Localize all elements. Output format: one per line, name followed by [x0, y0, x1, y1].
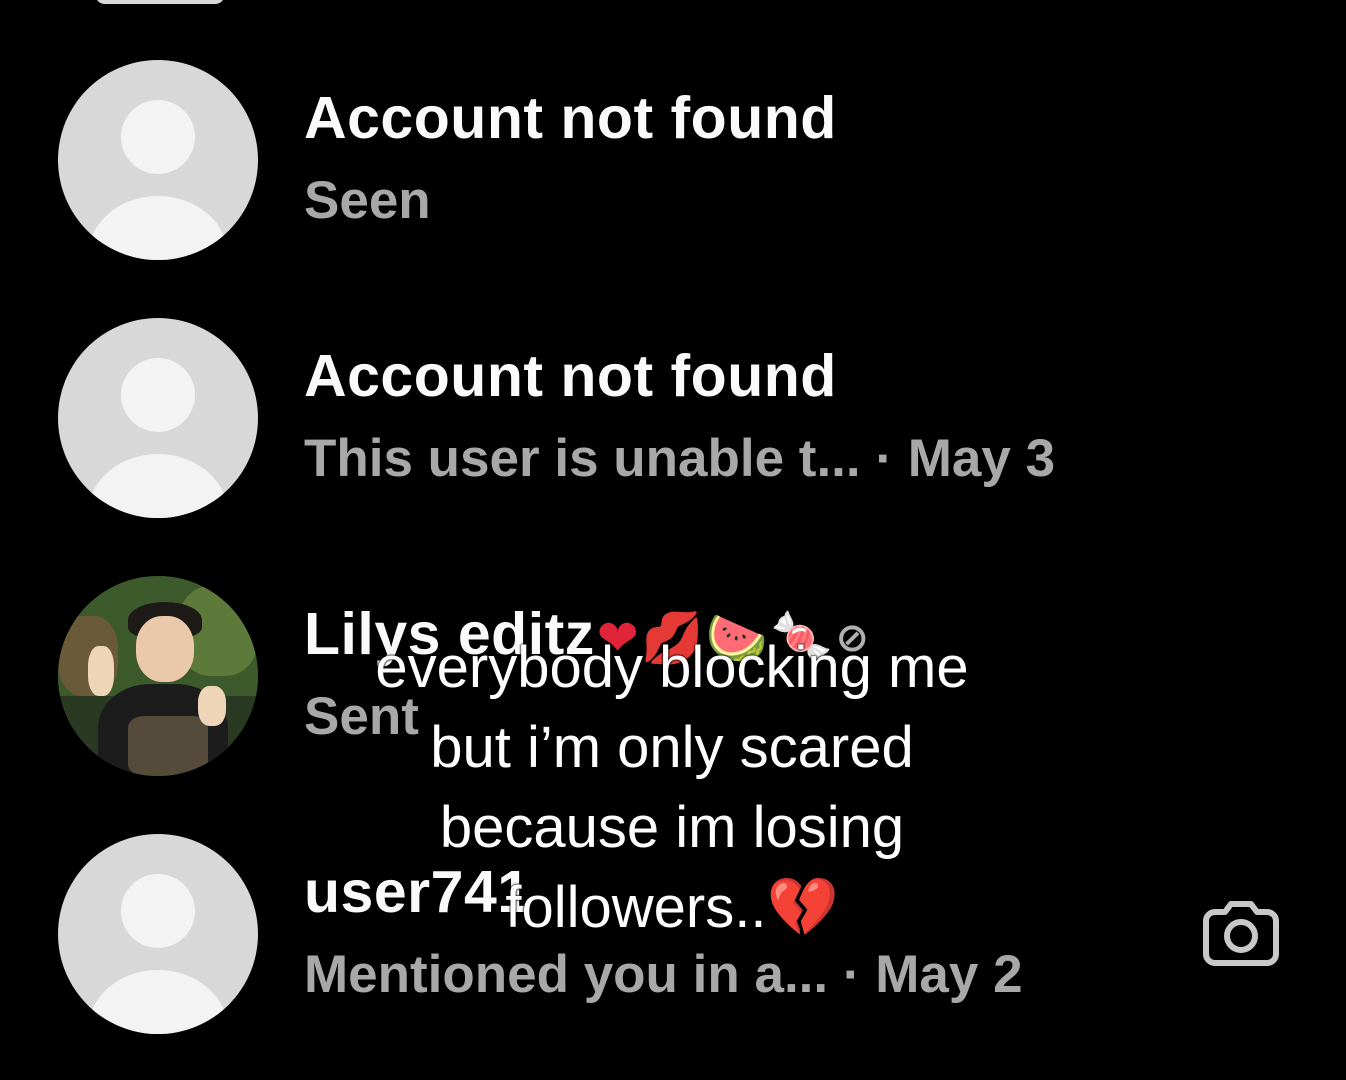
thread-preview-line: This user is unable t... · May 3 — [304, 428, 1055, 489]
thread-date: May 3 — [907, 429, 1056, 488]
separator-dot: · — [842, 945, 861, 1004]
caption-line-4-text: followers.. — [505, 875, 767, 940]
default-avatar[interactable] — [58, 834, 258, 1034]
caption-line-4: followers..💔 — [272, 868, 1072, 948]
previous-avatar-edge — [95, 0, 225, 4]
default-avatar[interactable] — [58, 318, 258, 518]
thread-preview: This user is unable t... — [304, 429, 861, 488]
thread-name: Account not found — [304, 343, 837, 409]
separator-dot: · — [875, 429, 894, 488]
thread-preview: Mentioned you in a... — [304, 945, 829, 1004]
thread-row-1[interactable]: Account not found Seen — [0, 60, 1346, 270]
thread-name: Account not found — [304, 85, 837, 151]
overlay-caption: everybody blocking me but i’m only scare… — [272, 628, 1072, 948]
caption-line-2: but i’m only scared — [430, 715, 914, 780]
broken-heart-emoji: 💔 — [766, 875, 839, 940]
camera-icon — [1203, 901, 1279, 966]
default-avatar[interactable] — [58, 60, 258, 260]
thread-preview: Seen — [304, 171, 431, 230]
thread-date: May 2 — [875, 945, 1023, 1004]
photo-avatar[interactable] — [58, 576, 258, 776]
caption-line-1: everybody blocking me — [375, 635, 969, 700]
thread-row-2[interactable]: Account not found This user is unable t.… — [0, 318, 1346, 528]
caption-line-3: because im losing — [439, 795, 905, 860]
camera-button[interactable] — [1201, 898, 1281, 968]
thread-preview-line: Mentioned you in a... · May 2 — [304, 944, 1023, 1005]
